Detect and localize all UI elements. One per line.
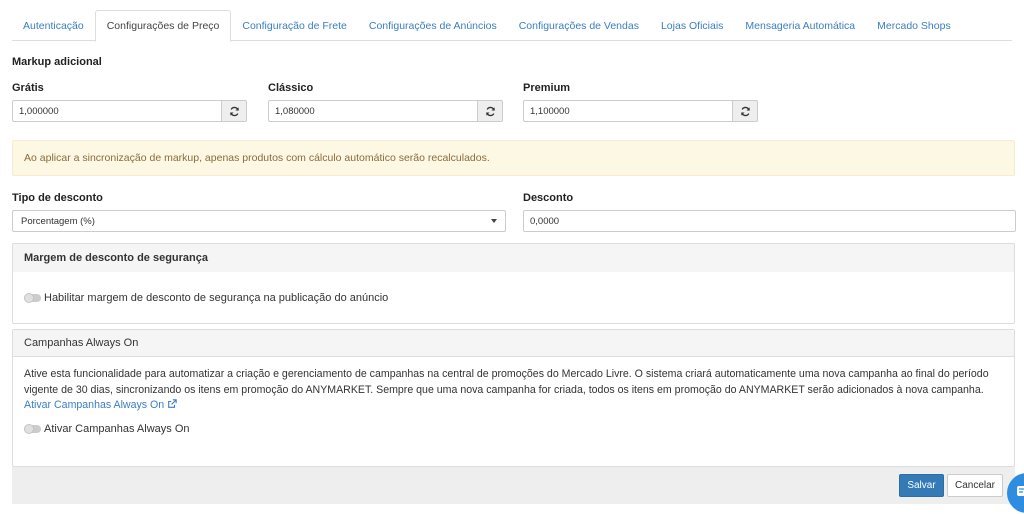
sync-icon (740, 106, 750, 116)
gratis-sync-button[interactable] (222, 100, 247, 122)
discount-type-label: Tipo de desconto (12, 192, 103, 204)
classico-sync-button[interactable] (478, 100, 503, 122)
tab-mensageria-automatica[interactable]: Mensageria Automática (734, 10, 866, 41)
premium-markup-group: 1,100000 (523, 100, 758, 122)
tab-configuracoes-de-preco[interactable]: Configurações de Preço (94, 10, 232, 42)
markup-section-title: Markup adicional (12, 56, 102, 68)
tab-configuracao-de-frete[interactable]: Configuração de Frete (231, 10, 357, 41)
safety-margin-panel: Margem de desconto de segurança Habilita… (12, 243, 1015, 324)
classico-markup-input[interactable]: 1,080000 (268, 100, 478, 122)
tab-configuracoes-de-vendas[interactable]: Configurações de Vendas (508, 10, 650, 41)
discount-input[interactable]: 0,0000 (523, 210, 1016, 232)
external-link-icon (168, 399, 177, 408)
caret-down-icon (491, 219, 497, 223)
warning-text: Ao aplicar a sincronização de markup, ap… (24, 152, 490, 164)
campaigns-toggle[interactable] (24, 423, 41, 434)
chat-icon (1017, 486, 1024, 496)
campaigns-toggle-row: Ativar Campanhas Always On (24, 423, 1003, 435)
discount-type-select[interactable]: Porcentagem (%) (12, 210, 506, 232)
campaigns-toggle-label: Ativar Campanhas Always On (44, 422, 190, 435)
gratis-markup-group: 1,000000 (12, 100, 247, 122)
tab-mercado-shops[interactable]: Mercado Shops (866, 10, 962, 41)
sync-icon (229, 106, 239, 116)
classico-markup-group: 1,080000 (268, 100, 503, 122)
tab-autenticacao[interactable]: Autenticação (12, 10, 95, 41)
settings-tabs: Autenticação Configurações de Preço Conf… (12, 10, 1012, 42)
premium-label: Premium (523, 82, 571, 94)
activate-campaigns-link[interactable]: Ativar Campanhas Always On (24, 399, 177, 411)
discount-type-value: Porcentagem (%) (21, 215, 95, 227)
campaigns-description-text: Ative esta funcionalidade para automatiz… (24, 368, 989, 396)
campaigns-description: Ative esta funcionalidade para automatiz… (24, 367, 999, 414)
campaigns-heading: Campanhas Always On (13, 330, 1014, 357)
tab-configuracoes-de-anuncios[interactable]: Configurações de Anúncios (358, 10, 508, 41)
markup-sync-warning: Ao aplicar a sincronização de markup, ap… (12, 140, 1015, 176)
discount-value-label: Desconto (523, 192, 574, 204)
cancel-button[interactable]: Cancelar (947, 474, 1003, 497)
tab-lojas-oficiais[interactable]: Lojas Oficiais (650, 10, 734, 41)
safety-margin-toggle-row: Habilitar margem de desconto de seguranç… (24, 292, 1003, 304)
classico-label: Clássico (268, 82, 314, 94)
safety-margin-toggle[interactable] (24, 293, 41, 303)
form-footer (12, 467, 1015, 504)
gratis-label: Grátis (12, 82, 44, 94)
premium-sync-button[interactable] (733, 100, 758, 122)
sync-icon (485, 106, 495, 116)
gratis-markup-input[interactable]: 1,000000 (12, 100, 222, 122)
safety-margin-toggle-label: Habilitar margem de desconto de seguranç… (44, 292, 389, 304)
safety-margin-heading: Margem de desconto de segurança (13, 244, 1014, 272)
save-button[interactable]: Salvar (899, 474, 944, 497)
premium-markup-input[interactable]: 1,100000 (523, 100, 733, 122)
campaigns-panel: Campanhas Always On Ative esta funcional… (12, 329, 1015, 467)
activate-campaigns-link-text: Ativar Campanhas Always On (24, 399, 165, 411)
